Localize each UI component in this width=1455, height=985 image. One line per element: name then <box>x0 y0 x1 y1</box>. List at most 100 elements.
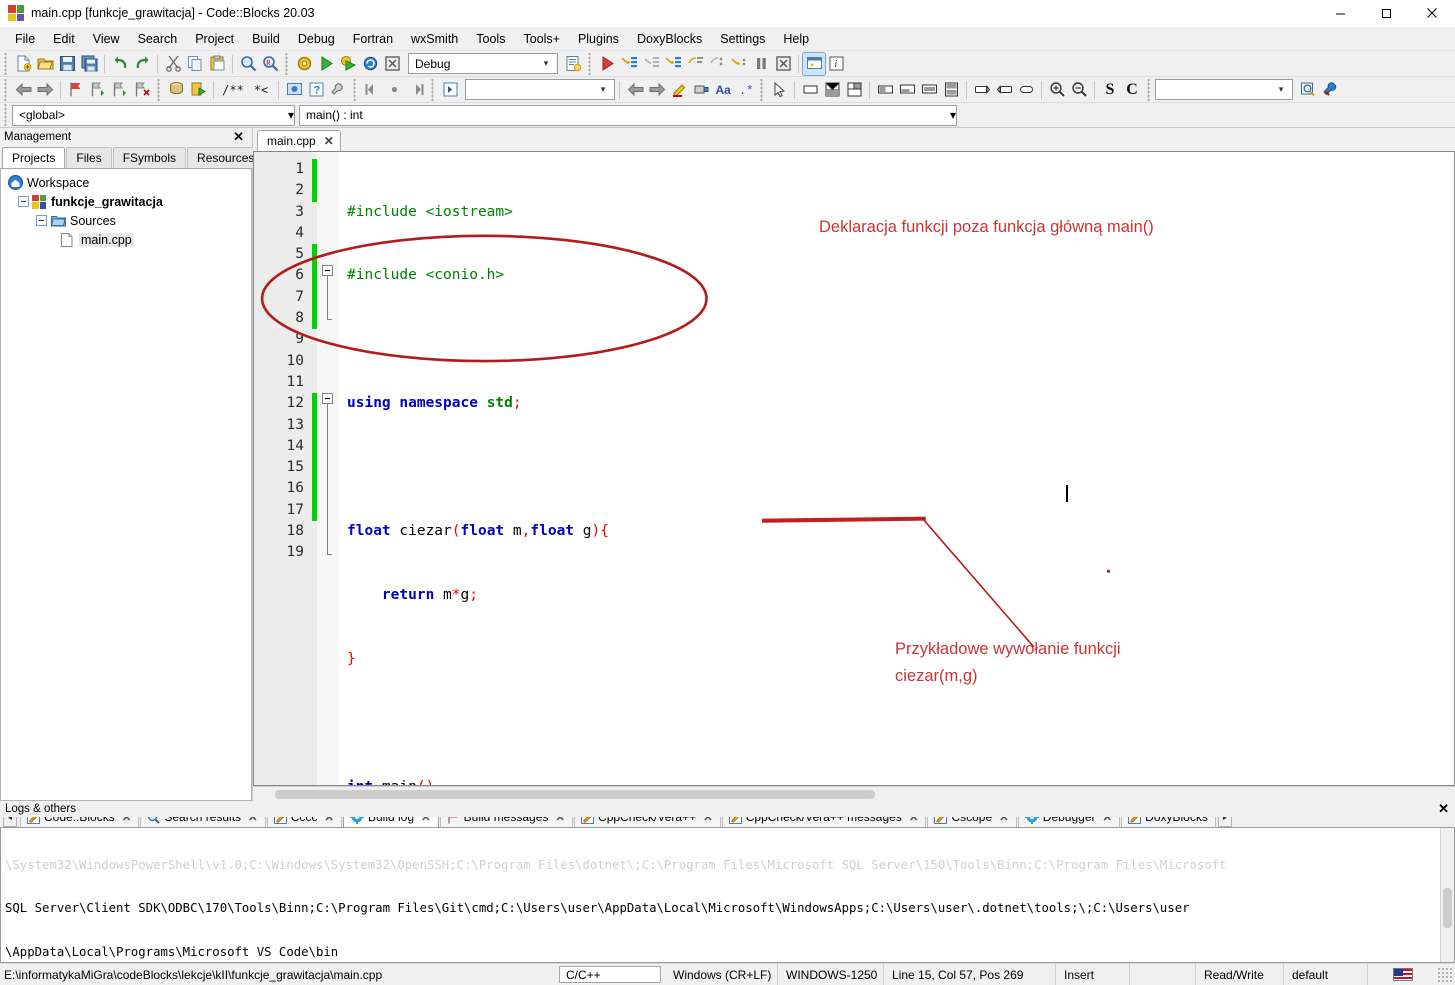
fold-margin[interactable] <box>317 152 339 785</box>
goto-previous-icon[interactable] <box>361 79 383 101</box>
toolbar-grip[interactable] <box>3 78 10 101</box>
collapse-icon[interactable] <box>36 215 47 226</box>
menu-fortran[interactable]: Fortran <box>344 29 402 49</box>
build-target-options-icon[interactable] <box>562 53 584 75</box>
tab-fsymbols[interactable]: FSymbols <box>112 147 187 168</box>
zoom-out-icon[interactable] <box>1068 79 1090 101</box>
menu-help[interactable]: Help <box>774 29 818 49</box>
toolbar-grip[interactable] <box>156 78 163 101</box>
fold-toggle-icon[interactable] <box>322 265 333 276</box>
log-tab-codeblocks[interactable]: Code::Blocks ✕ <box>20 817 140 828</box>
close-icon[interactable]: ✕ <box>1438 801 1455 817</box>
toolbar-grip[interactable] <box>430 78 437 101</box>
abort-icon[interactable] <box>381 53 403 75</box>
log-vertical-scrollbar[interactable] <box>1440 828 1454 962</box>
copy-icon[interactable] <box>184 53 206 75</box>
function-combo[interactable]: main() : int ▾ <box>299 104 957 126</box>
paste-icon[interactable] <box>206 53 228 75</box>
menu-debug[interactable]: Debug <box>289 29 344 49</box>
menu-project[interactable]: Project <box>186 29 243 49</box>
cut-icon[interactable] <box>162 53 184 75</box>
search-docs-icon[interactable] <box>1297 79 1319 101</box>
forward-icon[interactable] <box>34 79 56 101</box>
wxsmith-pointer-icon[interactable] <box>768 79 790 101</box>
doxyblocks-config-icon[interactable] <box>327 79 349 101</box>
toolbar-grip[interactable] <box>587 52 594 75</box>
wxsmith-grid-icon[interactable] <box>821 79 843 101</box>
tabs-scroll-right-icon[interactable]: ▸ <box>1217 817 1232 828</box>
toggle-bookmark-icon[interactable] <box>65 79 87 101</box>
fold-toggle-icon[interactable] <box>322 393 333 404</box>
wxsmith-panel-icon[interactable] <box>799 79 821 101</box>
goto-next-icon[interactable] <box>405 79 427 101</box>
menu-plugins[interactable]: Plugins <box>569 29 628 49</box>
goto-function-combo[interactable]: ▾ <box>465 79 615 100</box>
build-log-output[interactable]: \System32\WindowsPowerShell\v1.0;C:\Wind… <box>0 827 1455 963</box>
tab-projects[interactable]: Projects <box>2 147 66 168</box>
new-file-icon[interactable] <box>12 53 34 75</box>
scrollbar-thumb[interactable] <box>275 790 875 799</box>
run-to-cursor-icon[interactable] <box>618 53 640 75</box>
build-icon[interactable] <box>293 53 315 75</box>
back-icon[interactable] <box>12 79 34 101</box>
tree-node-workspace[interactable]: Workspace <box>1 173 251 192</box>
maximize-button[interactable] <box>1363 0 1409 27</box>
tree-node-file[interactable]: main.cpp <box>1 230 251 249</box>
doxyblocks-comment-icon[interactable]: /** <box>218 79 248 101</box>
wxsmith-box-top-icon[interactable] <box>874 79 896 101</box>
wxsmith-place-icon[interactable] <box>690 79 712 101</box>
editor-horizontal-scrollbar[interactable] <box>253 786 1455 801</box>
goto-bullet-icon[interactable] <box>383 79 405 101</box>
scopebar-grip[interactable] <box>3 104 10 126</box>
wxsmith-box-bottom-icon[interactable] <box>896 79 918 101</box>
close-icon[interactable]: ✕ <box>555 817 565 824</box>
toolbar-grip[interactable] <box>1146 78 1153 101</box>
menu-tools-plus[interactable]: Tools+ <box>514 29 568 49</box>
run-icon[interactable] <box>315 53 337 75</box>
close-icon[interactable]: ✕ <box>999 817 1009 824</box>
various-info-icon[interactable]: i <box>825 53 847 75</box>
find-icon[interactable] <box>237 53 259 75</box>
menu-edit[interactable]: Edit <box>44 29 84 49</box>
stop-debugger-icon[interactable] <box>772 53 794 75</box>
step-over-icon[interactable] <box>706 53 728 75</box>
doxyblocks-extract-icon[interactable] <box>165 79 187 101</box>
wxsmith-back-icon[interactable] <box>624 79 646 101</box>
tree-node-sources[interactable]: Sources <box>1 211 251 230</box>
tree-node-project[interactable]: funkcje_grawitacja <box>1 192 251 211</box>
wxsmith-box-center-icon[interactable] <box>918 79 940 101</box>
log-tab-search-results[interactable]: Search results ✕ <box>140 817 266 828</box>
wxsmith-flex-icon[interactable] <box>843 79 865 101</box>
code-text[interactable]: #include <iostream> #include <conio.h> u… <box>339 152 1454 785</box>
configure-docs-icon[interactable] <box>1319 79 1341 101</box>
build-target-combo[interactable]: Debug ▾ <box>408 53 558 74</box>
save-icon[interactable] <box>56 53 78 75</box>
step-instruction-icon[interactable] <box>728 53 750 75</box>
clear-bookmarks-icon[interactable] <box>131 79 153 101</box>
debug-continue-icon[interactable] <box>596 53 618 75</box>
debugging-windows-icon[interactable] <box>802 51 826 76</box>
editor-viewport[interactable]: 1 2 3 4 5 6 7 8 9 10 11 12 13 14 15 16 1… <box>253 151 1455 786</box>
next-line-icon[interactable] <box>640 53 662 75</box>
close-button[interactable] <box>1409 0 1455 27</box>
previous-bookmark-icon[interactable] <box>87 79 109 101</box>
log-tab-cppcheck-vera[interactable]: CppCheck/Vera++ ✕ <box>574 817 721 828</box>
toolbar-grip[interactable] <box>352 78 359 101</box>
close-icon[interactable]: ✕ <box>122 817 132 824</box>
log-tab-cccc[interactable]: Cccc ✕ <box>266 817 342 828</box>
zoom-in-icon[interactable] <box>1046 79 1068 101</box>
close-icon[interactable]: ✕ <box>421 817 431 824</box>
close-icon[interactable]: ✕ <box>703 817 713 824</box>
tab-files[interactable]: Files <box>66 147 112 168</box>
wxsmith-forward-icon[interactable] <box>646 79 668 101</box>
status-keyboard-layout[interactable] <box>1368 964 1437 985</box>
menu-settings[interactable]: Settings <box>711 29 774 49</box>
step-out-icon[interactable] <box>684 53 706 75</box>
build-and-run-icon[interactable] <box>337 53 359 75</box>
toolbar-grip[interactable] <box>284 52 291 75</box>
collapse-icon[interactable] <box>18 196 29 207</box>
window-resize-grip[interactable] <box>1437 966 1453 983</box>
wxsmith-regex-icon[interactable]: .* <box>734 79 756 101</box>
log-tab-build-log[interactable]: Build log ✕ <box>343 817 439 828</box>
wxsmith-edit-icon[interactable] <box>668 79 690 101</box>
